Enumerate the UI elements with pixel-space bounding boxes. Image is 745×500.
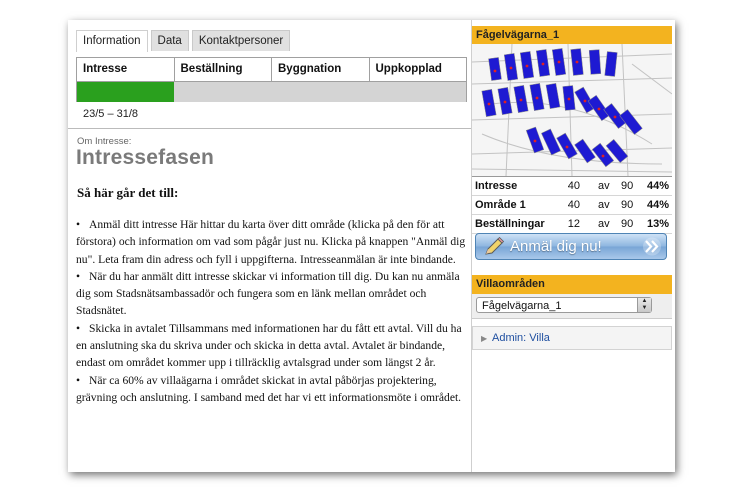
- stat-label: Intresse: [475, 180, 518, 192]
- progress-bar-segment: [271, 82, 369, 102]
- stat-av: av: [598, 180, 610, 192]
- stat-total: 90: [621, 218, 634, 230]
- stats-table: Intresse 40 av 90 44% Område 1 40 av 90 …: [472, 177, 672, 234]
- villa-areas-header: Villaområden: [472, 275, 672, 294]
- stat-row-intresse: Intresse 40 av 90 44%: [472, 177, 672, 196]
- bullet-icon: •: [76, 373, 81, 387]
- info-content: • Anmäl ditt intresse Här hittar du karta…: [76, 216, 468, 406]
- info-paragraph-text: Anmäl ditt intresse Här hittar du karta …: [76, 218, 466, 266]
- progress-bar-segment: [368, 82, 466, 102]
- stat-total: 90: [621, 199, 634, 211]
- stat-av: av: [598, 199, 610, 211]
- admin-villa-link[interactable]: Admin: Villa: [492, 332, 550, 344]
- area-map[interactable]: [472, 44, 672, 177]
- stat-percent: 44%: [646, 180, 669, 192]
- step-byggnation: Byggnation: [272, 58, 370, 81]
- bullet-icon: •: [76, 321, 81, 335]
- sidebar: Fågelvägarna_1 Intresse 40 av 90 44% Omr…: [472, 20, 675, 472]
- triangle-right-icon: ▶: [481, 334, 488, 343]
- progress-bar-segment: [77, 82, 175, 102]
- step-intresse: Intresse: [77, 58, 175, 81]
- stat-count: 12: [567, 218, 580, 230]
- admin-box: ▶ Admin: Villa: [472, 326, 672, 350]
- tab-kontaktpersoner[interactable]: Kontaktpersoner: [191, 30, 291, 51]
- villa-areas-panel: Fågelvägarna_1 ▲ ▼: [472, 294, 672, 319]
- tab-data[interactable]: Data: [150, 30, 189, 51]
- progress-bars: [77, 81, 466, 102]
- phase-dates: 23/5 – 31/8: [83, 108, 139, 120]
- apply-now-label: Anmäl dig nu!: [510, 238, 602, 255]
- double-chevron-right-icon: [643, 237, 661, 256]
- villa-area-select-value: Fågelvägarna_1: [482, 300, 562, 312]
- pencil-icon: [485, 237, 505, 255]
- stat-percent: 44%: [646, 199, 669, 211]
- stat-count: 40: [567, 180, 580, 192]
- step-uppkopplad: Uppkopplad: [375, 63, 442, 75]
- area-map-image: [472, 44, 672, 176]
- main-column: Information Data Kontaktpersoner Intress…: [68, 20, 471, 472]
- bullet-icon: •: [76, 269, 81, 283]
- progress-table: Intresse Beställning Byggnation Uppkoppl…: [76, 57, 467, 102]
- stat-total: 90: [621, 180, 634, 192]
- stat-label: Område 1: [475, 199, 526, 211]
- area-name-header: Fågelvägarna_1: [472, 26, 672, 44]
- info-paragraph-text: När du har anmält ditt intresse skickar …: [76, 269, 460, 318]
- stat-percent: 13%: [646, 218, 669, 230]
- info-paragraph: • När du har anmält ditt intresse skickar…: [76, 268, 468, 320]
- section-heading: Så här går det till:: [77, 185, 179, 200]
- apply-now-button[interactable]: Anmäl dig nu!: [475, 233, 667, 260]
- villa-area-select[interactable]: Fågelvägarna_1 ▲ ▼: [476, 297, 652, 313]
- stat-av: av: [598, 218, 610, 230]
- bullet-icon: •: [76, 218, 81, 231]
- stat-row-omrade: Område 1 40 av 90 44%: [472, 196, 672, 215]
- tab-bar: Information Data Kontaktpersoner: [76, 30, 293, 52]
- stat-row-bestallningar: Beställningar 12 av 90 13%: [472, 215, 672, 234]
- page-title: Intressefasen: [76, 146, 215, 169]
- info-paragraph-text: Skicka in avtalet Tillsammans med inform…: [76, 321, 462, 370]
- stat-label: Beställningar: [475, 218, 545, 230]
- info-paragraph-text: När ca 60% av villaägarna i området skic…: [76, 373, 462, 404]
- stat-count: 40: [567, 199, 580, 211]
- tab-information[interactable]: Information: [76, 30, 148, 52]
- divider: [68, 128, 471, 129]
- select-arrows-icon: ▲ ▼: [637, 298, 651, 312]
- step-bestallning: Beställning: [175, 58, 272, 81]
- progress-steps: Intresse Beställning Byggnation Uppkoppl…: [77, 58, 466, 81]
- info-paragraph: • Skicka in avtalet Tillsammans med infor…: [76, 320, 468, 372]
- info-paragraph: • Anmäl ditt intresse Här hittar du karta…: [76, 216, 468, 268]
- info-paragraph: • När ca 60% av villaägarna i området ski…: [76, 372, 468, 407]
- progress-bar-segment: [174, 82, 272, 102]
- page-frame: Information Data Kontaktpersoner Intress…: [68, 20, 675, 472]
